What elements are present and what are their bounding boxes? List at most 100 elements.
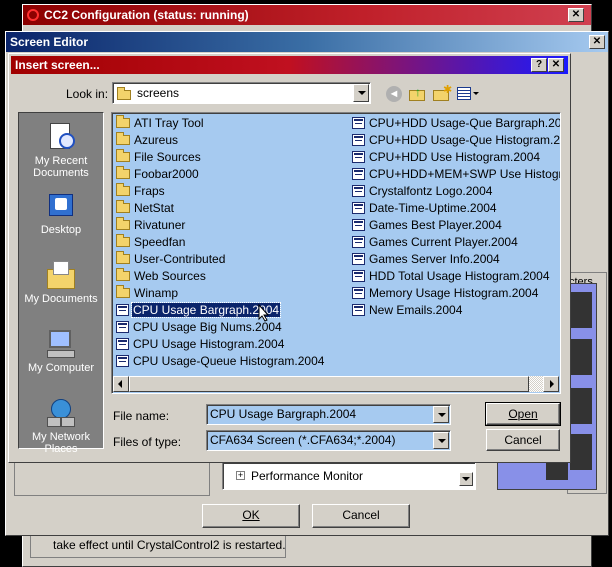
main-close-button[interactable]: ✕ [568, 8, 584, 22]
view-menu-icon[interactable] [457, 86, 481, 102]
open-button[interactable]: Open [485, 402, 561, 426]
list-item[interactable]: Date-Time-Uptime.2004 [349, 200, 560, 217]
screen-editor-ok-button[interactable]: OK [202, 504, 300, 528]
screen-editor-close-button[interactable]: ✕ [589, 35, 605, 49]
list-item[interactable]: Games Current Player.2004 [349, 234, 560, 251]
up-folder-icon[interactable]: ↑ [409, 85, 427, 101]
scroll-right-button[interactable] [543, 376, 559, 392]
list-item[interactable]: NetStat [113, 200, 349, 217]
left-groupbox [14, 462, 210, 496]
files-of-type-dropdown-arrow[interactable] [433, 432, 449, 449]
list-item[interactable]: Foobar2000 [113, 166, 349, 183]
folder-icon [117, 87, 131, 100]
list-item[interactable]: CPU+HDD Use Histogram.2004 [349, 149, 560, 166]
list-item[interactable]: Azureus [113, 132, 349, 149]
list-item[interactable]: User-Contributed [113, 251, 349, 268]
folder-icon [116, 166, 130, 179]
screen-file-icon [116, 338, 129, 350]
tree-scroll-arrow[interactable] [459, 472, 473, 486]
list-item[interactable]: CPU Usage Bargraph.2004 [113, 302, 349, 319]
list-item[interactable]: Winamp [113, 285, 349, 302]
screen-file-icon [352, 117, 365, 129]
screen-file-icon [116, 355, 129, 367]
list-item[interactable]: Memory Usage Histogram.2004 [349, 285, 560, 302]
tree-expand-icon[interactable]: + [236, 471, 245, 480]
folder-icon [116, 149, 130, 162]
list-item[interactable]: Crystalfontz Logo.2004 [349, 183, 560, 200]
place-my-network-places[interactable]: My Network Places [19, 397, 103, 462]
place-my-recent-documents[interactable]: My Recent Documents [19, 121, 103, 186]
list-item[interactable]: ATI Tray Tool [113, 115, 349, 132]
screen-file-icon [352, 151, 365, 163]
list-item[interactable]: HDD Total Usage Histogram.2004 [349, 268, 560, 285]
folder-icon [116, 132, 130, 145]
list-item[interactable]: Web Sources [113, 268, 349, 285]
list-item[interactable]: CPU+HDD+MEM+SWP Use Histogram.2 [349, 166, 560, 183]
folder-icon [116, 251, 130, 264]
recent-documents-icon [45, 121, 77, 153]
file-name-input[interactable]: CPU Usage Bargraph.2004 [206, 404, 451, 425]
main-window-title: CC2 Configuration (status: running) [44, 8, 249, 22]
screen-file-icon [352, 253, 365, 265]
screen-editor-cancel-button[interactable]: Cancel [312, 504, 410, 528]
list-item[interactable]: CPU+HDD Usage-Que Bargraph.2004 [349, 115, 560, 132]
look-in-dropdown-arrow[interactable] [353, 84, 369, 102]
desktop-icon [45, 190, 77, 222]
list-item[interactable]: File Sources [113, 149, 349, 166]
dialog-close-button[interactable]: ✕ [548, 58, 564, 72]
screen-file-icon [352, 134, 365, 146]
help-button[interactable]: ? [531, 58, 547, 72]
places-bar: My Recent Documents Desktop My Documents… [18, 112, 104, 455]
list-item[interactable]: Games Best Player.2004 [349, 217, 560, 234]
list-item[interactable]: Rivatuner [113, 217, 349, 234]
folder-icon [116, 115, 130, 128]
files-of-type-select[interactable]: CFA634 Screen (*.CFA634;*.2004) [206, 430, 451, 451]
place-my-computer[interactable]: My Computer [19, 328, 103, 393]
screen-editor-titlebar: Screen Editor [6, 32, 608, 52]
screen-file-icon [352, 270, 365, 282]
folder-icon [116, 217, 130, 230]
list-item[interactable]: New Emails.2004 [349, 302, 560, 319]
status-groupbox [30, 536, 286, 558]
folder-icon [116, 200, 130, 213]
dialog-cancel-button[interactable]: Cancel [486, 429, 560, 451]
folder-icon [116, 183, 130, 196]
tree-view: + Performance Monitor [222, 462, 476, 490]
look-in-combo[interactable]: screens [112, 82, 371, 104]
file-name-dropdown-arrow[interactable] [433, 406, 449, 423]
screen-file-icon [352, 236, 365, 248]
place-my-documents[interactable]: My Documents [19, 259, 103, 324]
list-item[interactable]: Games Server Info.2004 [349, 251, 560, 268]
place-desktop[interactable]: Desktop [19, 190, 103, 255]
file-list-column-2: CPU+HDD Usage-Que Bargraph.2004 CPU+HDD U… [349, 115, 560, 319]
back-icon[interactable]: ◄ [386, 86, 402, 102]
files-of-type-value: CFA634 Screen (*.CFA634;*.2004) [210, 433, 396, 447]
scroll-left-button[interactable] [113, 376, 129, 392]
list-item[interactable]: Speedfan [113, 234, 349, 251]
file-name-value: CPU Usage Bargraph.2004 [210, 407, 357, 421]
list-item[interactable]: CPU Usage-Queue Histogram.2004 [113, 353, 349, 370]
insert-dialog-title: Insert screen... [15, 58, 100, 72]
main-window-titlebar: CC2 Configuration (status: running) [23, 5, 591, 25]
screen-editor-title: Screen Editor [10, 35, 89, 49]
list-item[interactable]: CPU Usage Histogram.2004 [113, 336, 349, 353]
list-item[interactable]: Fraps [113, 183, 349, 200]
file-list-column-1: ATI Tray Tool Azureus File Sources Foobar20… [113, 115, 349, 370]
scroll-thumb[interactable] [129, 376, 529, 392]
folder-icon [116, 285, 130, 298]
screen-file-icon [116, 321, 129, 333]
screen-file-icon [352, 219, 365, 231]
app-icon [27, 9, 39, 21]
look-in-label: Look in: [66, 87, 109, 101]
file-list[interactable]: ATI Tray Tool Azureus File Sources Foobar20… [111, 112, 561, 394]
list-item[interactable]: CPU Usage Big Nums.2004 [113, 319, 349, 336]
folder-icon [116, 234, 130, 247]
horizontal-scrollbar[interactable] [113, 376, 559, 392]
new-folder-icon[interactable]: ✱ [433, 84, 452, 101]
folder-icon [116, 268, 130, 281]
screen-file-icon [352, 287, 365, 299]
tree-item-performance-monitor[interactable]: Performance Monitor [251, 469, 363, 483]
list-item[interactable]: CPU+HDD Usage-Que Histogram.2004 [349, 132, 560, 149]
my-documents-icon [45, 259, 77, 291]
my-computer-icon [45, 328, 77, 360]
